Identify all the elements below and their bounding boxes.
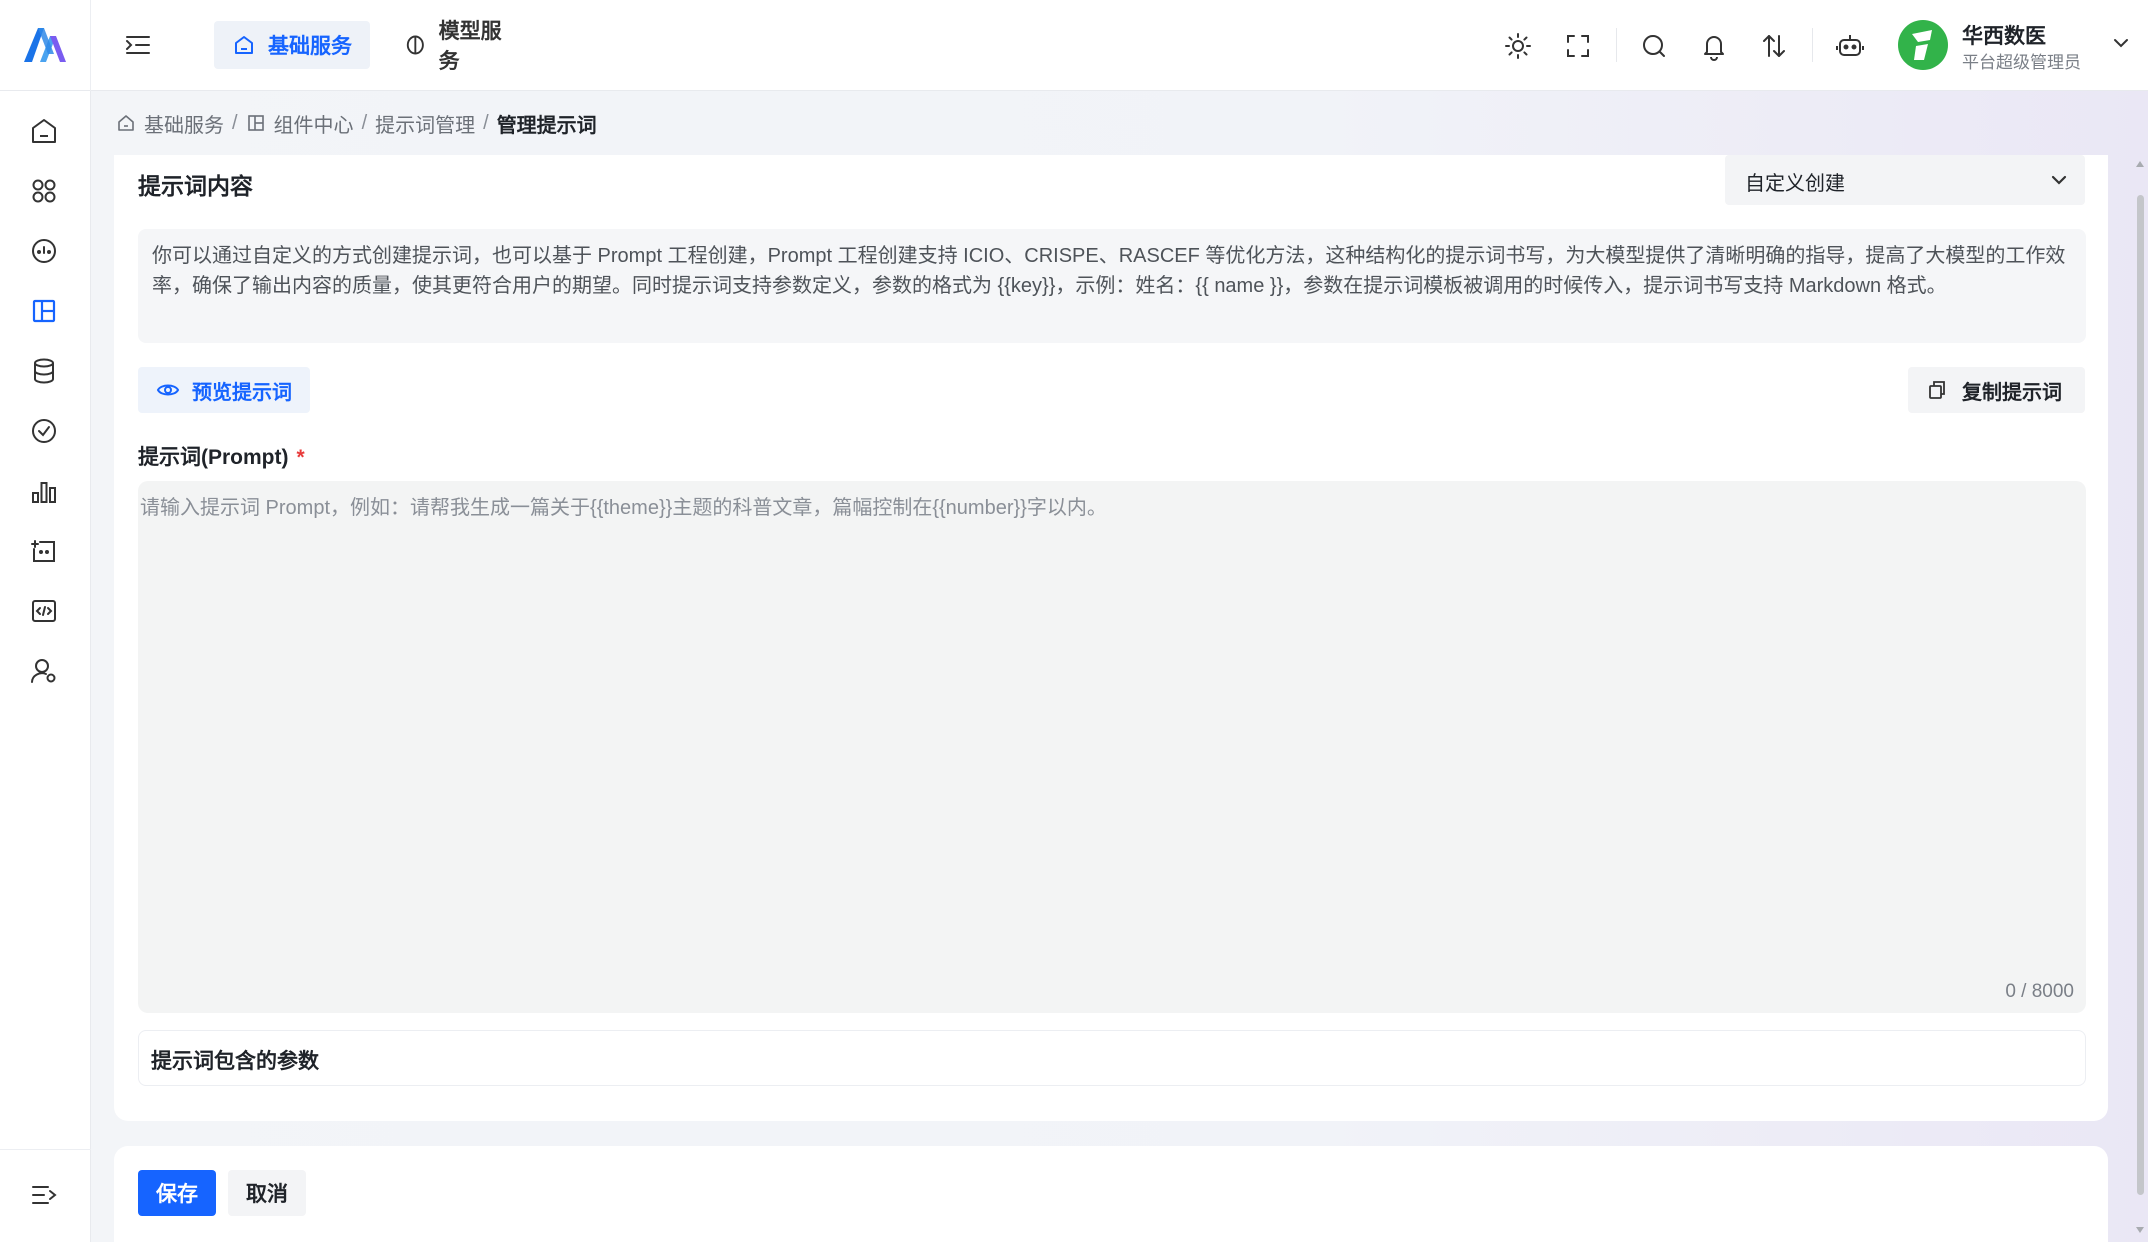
toolbar-divider — [1616, 28, 1617, 62]
breadcrumb-current: 管理提示词 — [496, 114, 597, 137]
home-outline-icon — [118, 115, 134, 131]
breadcrumb: 基础服务 / 组件中心 / 提示词管理 / 管理提示词 — [116, 108, 597, 138]
copy-icon — [1929, 381, 1945, 399]
top-bar: 基础服务 模型服务 华西数医 平台超级管理员 — [0, 0, 2148, 91]
swap-icon[interactable] — [1758, 30, 1790, 62]
robot-icon[interactable] — [1834, 30, 1866, 62]
prompt-content-card: 提示词内容 自定义创建 你可以通过自定义的方式创建提示词，也可以基于 Promp… — [114, 155, 2108, 1121]
scroll-thumb[interactable] — [2137, 195, 2144, 1195]
button-label: 复制提示词 — [1962, 381, 2062, 404]
breadcrumb-separator: / — [483, 111, 489, 134]
prompt-textarea[interactable] — [138, 481, 2086, 1013]
button-label: 预览提示词 — [192, 381, 292, 404]
sidebar — [0, 91, 91, 1242]
required-mark: * — [296, 446, 305, 469]
sidebar-item-code[interactable] — [28, 595, 60, 627]
eye-icon — [156, 384, 180, 396]
sidebar-item-import[interactable] — [28, 535, 60, 567]
cancel-button[interactable]: 取消 — [228, 1170, 306, 1216]
scroll-down-arrow[interactable] — [2136, 1227, 2144, 1233]
code-icon — [32, 600, 56, 622]
user-settings-icon — [31, 659, 56, 683]
apps-icon — [32, 179, 56, 203]
layout-icon — [247, 115, 264, 131]
scroll-up-arrow[interactable] — [2136, 161, 2144, 167]
bell-icon[interactable] — [1698, 30, 1730, 62]
prompt-input-box: 0 / 8000 — [138, 481, 2086, 1013]
logo-icon[interactable] — [20, 24, 68, 66]
brain-icon — [406, 35, 424, 55]
tab-label: 模型服务 — [438, 20, 502, 73]
user-menu[interactable]: 华西数医 平台超级管理员 — [1898, 20, 2138, 72]
logo-divider — [90, 0, 91, 91]
home-icon — [32, 119, 56, 143]
avatar — [1898, 20, 1948, 70]
toolbar-divider — [1812, 28, 1813, 62]
dashboard-icon — [32, 239, 56, 263]
breadcrumb-item[interactable]: 组件中心 — [274, 109, 354, 138]
prompt-field-label: 提示词(Prompt) * — [138, 441, 305, 471]
sun-icon[interactable] — [1502, 30, 1534, 62]
sidebar-item-apps[interactable] — [28, 175, 60, 207]
tab-basic-services[interactable]: 基础服务 — [214, 21, 370, 69]
sidebar-item-home[interactable] — [28, 115, 60, 147]
section-title: 提示词内容 — [138, 173, 253, 199]
char-counter: 0 / 8000 — [2005, 981, 2074, 1002]
save-button[interactable]: 保存 — [138, 1170, 216, 1216]
menu-collapse-icon[interactable] — [122, 30, 154, 60]
layout-icon — [32, 299, 56, 323]
params-title: 提示词包含的参数 — [151, 1050, 319, 1073]
user-name: 华西数医 — [1962, 25, 2046, 48]
vertical-scrollbar[interactable] — [2133, 155, 2148, 1242]
tab-model-services[interactable]: 模型服务 — [386, 20, 536, 73]
check-circle-icon — [32, 419, 56, 443]
chevron-down-icon — [2114, 39, 2128, 48]
fullscreen-icon[interactable] — [1562, 30, 1594, 62]
expand-icon — [32, 1186, 57, 1204]
preview-prompt-button[interactable]: 预览提示词 — [138, 367, 310, 413]
label-text: 提示词(Prompt) — [138, 446, 289, 469]
tab-label: 基础服务 — [268, 35, 352, 58]
breadcrumb-separator: / — [361, 111, 368, 134]
footer-actions: 保存 取消 — [114, 1146, 2108, 1242]
sidebar-item-database[interactable] — [28, 355, 60, 387]
user-role: 平台超级管理员 — [1962, 53, 2081, 72]
sidebar-divider — [0, 1149, 91, 1150]
sidebar-expand-button[interactable] — [28, 1179, 60, 1211]
sidebar-item-components[interactable] — [28, 295, 60, 327]
bar-chart-icon — [32, 482, 56, 503]
home-outline-icon — [235, 36, 253, 54]
search-icon[interactable] — [1638, 30, 1670, 62]
description-text: 你可以通过自定义的方式创建提示词，也可以基于 Prompt 工程创建，Promp… — [138, 229, 2086, 343]
sidebar-item-user-settings[interactable] — [28, 655, 60, 687]
breadcrumb-separator: / — [232, 111, 238, 134]
creation-mode-select[interactable]: 自定义创建 — [1725, 155, 2085, 205]
sidebar-item-tasks[interactable] — [28, 415, 60, 447]
copy-prompt-button[interactable]: 复制提示词 — [1908, 367, 2085, 413]
breadcrumb-item[interactable]: 基础服务 — [144, 109, 224, 138]
sidebar-item-statistics[interactable] — [28, 475, 60, 507]
app-window: 基础服务 模型服务 华西数医 平台超级管理员 基础服务 / 组件中心 / 提示词… — [0, 0, 2148, 1242]
chevron-down-icon — [2051, 175, 2067, 185]
database-icon — [34, 358, 54, 384]
select-value: 自定义创建 — [1745, 173, 1845, 195]
import-icon — [31, 540, 55, 562]
breadcrumb-item[interactable]: 提示词管理 — [375, 109, 475, 138]
sidebar-item-dashboard[interactable] — [28, 235, 60, 267]
params-section: 提示词包含的参数 — [138, 1030, 2086, 1086]
